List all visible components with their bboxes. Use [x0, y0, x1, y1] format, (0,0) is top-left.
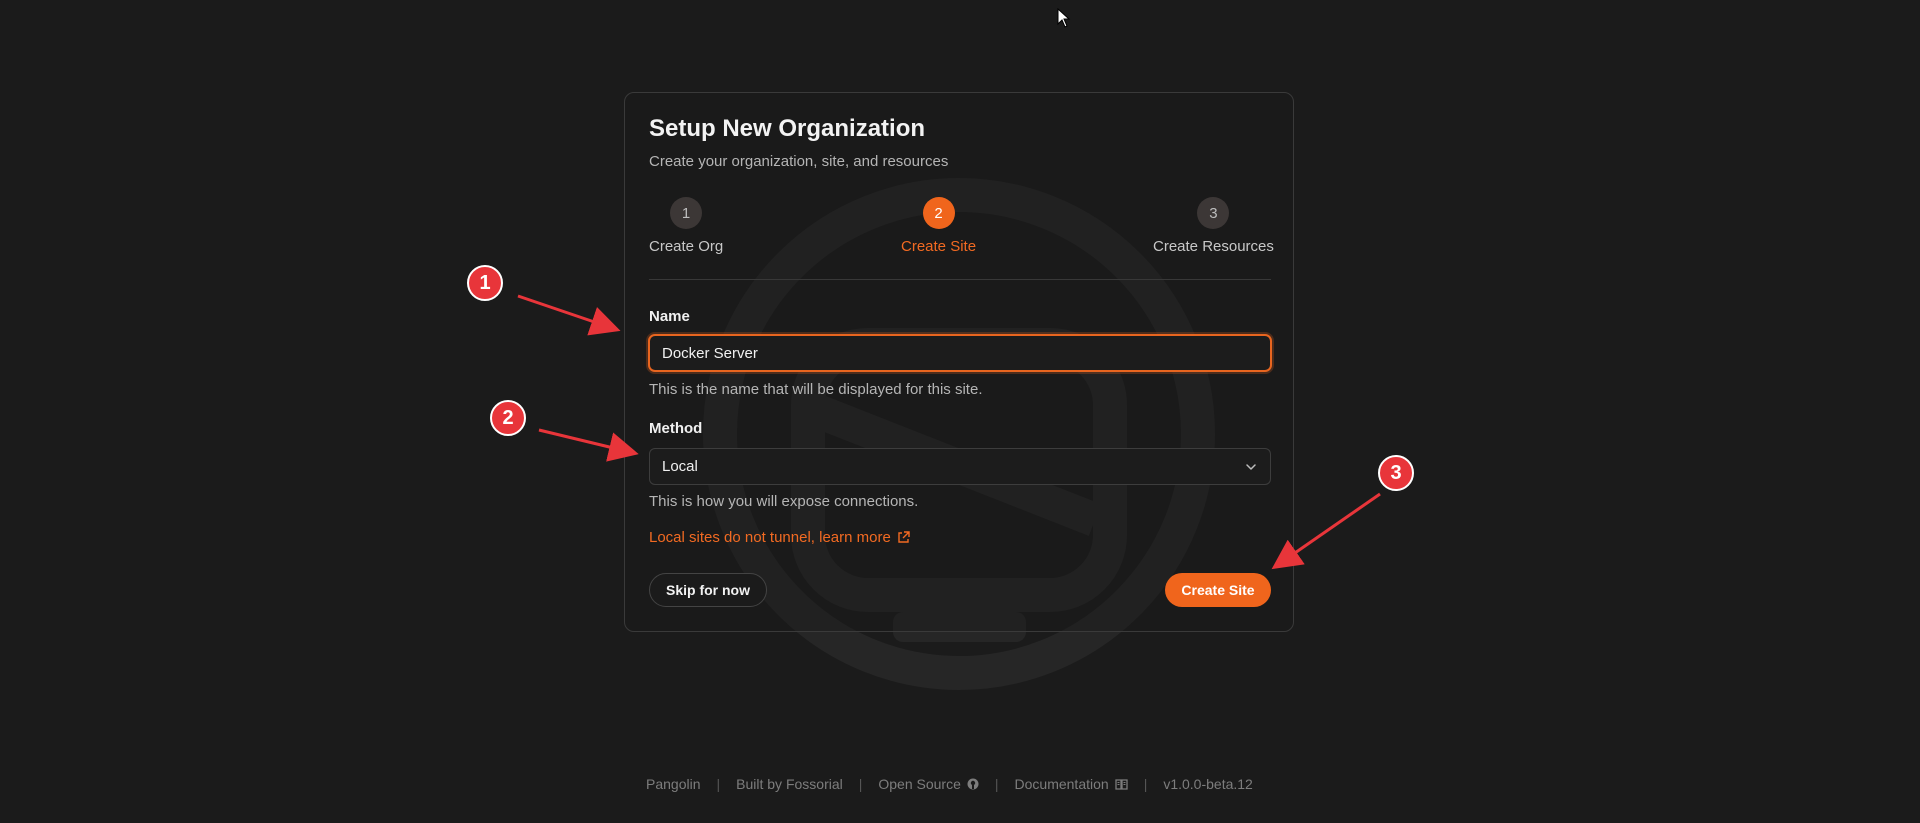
setup-card: Setup New Organization Create your organ… [624, 92, 1294, 632]
footer-version: v1.0.0-beta.12 [1163, 776, 1253, 792]
footer: Pangolin | Built by Fossorial | Open Sou… [646, 776, 1253, 792]
method-label: Method [649, 420, 703, 437]
create-site-button[interactable]: Create Site [1165, 573, 1271, 607]
footer-separator: | [858, 776, 863, 792]
step-label: Create Site [901, 238, 977, 255]
step-label: Create Resources [1153, 238, 1274, 255]
annotation-badge: 2 [490, 400, 526, 436]
github-icon [967, 778, 979, 790]
footer-separator: | [994, 776, 999, 792]
chevron-down-icon [1246, 463, 1256, 470]
mouse-cursor-icon [1057, 8, 1071, 28]
footer-brand-link[interactable]: Pangolin [646, 776, 701, 792]
divider [649, 279, 1271, 280]
footer-documentation-text: Documentation [1014, 776, 1109, 792]
method-select[interactable]: Local [649, 448, 1271, 485]
footer-open-source-link[interactable]: Open Source [878, 776, 979, 792]
learn-more-link[interactable]: Local sites do not tunnel, learn more [649, 529, 910, 546]
page-subtitle: Create your organization, site, and reso… [649, 153, 949, 170]
footer-separator: | [716, 776, 721, 792]
name-helper-text: This is the name that will be displayed … [649, 381, 983, 398]
step-label: Create Org [649, 238, 724, 255]
annotation-badge: 1 [467, 265, 503, 301]
method-selected-value: Local [662, 458, 698, 475]
footer-built-by-link[interactable]: Built by Fossorial [736, 776, 843, 792]
page-title: Setup New Organization [649, 115, 926, 142]
step-number: 2 [922, 197, 955, 229]
name-input[interactable] [648, 334, 1272, 372]
learn-more-text: Local sites do not tunnel, learn more [649, 529, 891, 546]
step-create-org: 1 Create Org [649, 197, 723, 255]
book-icon [1115, 779, 1128, 790]
method-helper-text: This is how you will expose connections. [649, 493, 919, 510]
annotation-badge: 3 [1378, 455, 1414, 491]
page: Setup New Organization Create your organ… [0, 0, 1920, 823]
step-create-resources: 3 Create Resources [1153, 197, 1274, 255]
skip-for-now-button[interactable]: Skip for now [649, 573, 767, 607]
footer-separator: | [1143, 776, 1148, 792]
footer-documentation-link[interactable]: Documentation [1015, 776, 1128, 792]
name-label: Name [649, 308, 690, 325]
external-link-icon [898, 531, 910, 543]
step-number: 1 [670, 197, 703, 229]
step-create-site: 2 Create Site [901, 197, 976, 255]
step-number: 3 [1197, 197, 1230, 229]
footer-open-source-text: Open Source [878, 776, 961, 792]
